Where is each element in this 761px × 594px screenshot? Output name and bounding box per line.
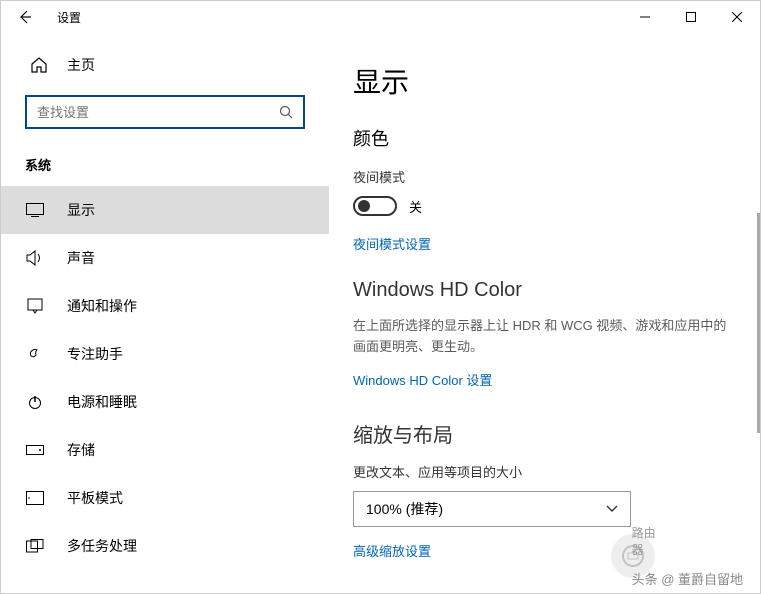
sidebar-item-storage[interactable]: 存储 [1,426,329,474]
sidebar-item-display[interactable]: 显示 [1,186,329,234]
sidebar-item-label: 通知和操作 [67,296,137,316]
sidebar-item-label: 声音 [67,248,95,268]
titlebar: 设置 [1,1,760,33]
night-mode-settings-link[interactable]: 夜间模式设置 [353,234,730,253]
back-button[interactable] [13,5,37,29]
main-panel: 显示 颜色 夜间模式 关 夜间模式设置 Windows HD Color 在上面… [329,33,760,593]
sidebar-item-label: 显示 [67,200,95,220]
minimize-button[interactable] [622,1,668,33]
scale-heading: 缩放与布局 [353,419,730,448]
home-icon [29,55,49,75]
sidebar-item-label: 存储 [67,440,95,460]
section-label: 系统 [1,147,329,186]
sidebar-item-label: 电源和睡眠 [67,392,137,412]
sidebar-item-multitask[interactable]: 多任务处理 [1,522,329,570]
close-button[interactable] [714,1,760,33]
storage-icon [25,440,45,460]
scale-select[interactable]: 100% (推荐) [353,491,631,527]
notification-icon [25,296,45,316]
home-link[interactable]: 主页 [1,45,329,85]
night-mode-state: 关 [409,197,422,216]
display-icon [25,200,45,220]
watermark-badge-text: 路由器 [632,524,657,558]
sidebar-item-focus[interactable]: 专注助手 [1,330,329,378]
multitask-icon [25,536,45,556]
maximize-button[interactable] [668,1,714,33]
sidebar-item-label: 平板模式 [67,488,123,508]
home-label: 主页 [67,55,95,75]
sidebar-item-label: 多任务处理 [67,536,137,556]
sidebar-item-sound[interactable]: 声音 [1,234,329,282]
sidebar: 主页 系统 显示 声音 通知和操作 [1,33,329,593]
tablet-icon [25,488,45,508]
color-section-heading: 颜色 [353,125,730,151]
focus-icon [25,344,45,364]
page-heading: 显示 [353,61,730,101]
power-icon [25,392,45,412]
window-title: 设置 [57,9,81,26]
scrollbar[interactable] [757,213,760,433]
advanced-scale-link[interactable]: 高级缩放设置 [353,541,730,560]
hdcolor-description: 在上面所选择的显示器上让 HDR 和 WCG 视频、游戏和应用中的画面更明亮、更… [353,316,730,358]
search-icon [279,105,293,119]
night-mode-toggle[interactable] [353,196,397,216]
scale-label: 更改文本、应用等项目的大小 [353,462,730,481]
scale-value: 100% (推荐) [366,499,443,519]
search-input[interactable] [25,95,305,129]
sound-icon [25,248,45,268]
hdcolor-heading: Windows HD Color [353,279,730,302]
watermark: 路由器 头条 @ 董爵自留地 [632,569,743,588]
hdcolor-settings-link[interactable]: Windows HD Color 设置 [353,370,730,389]
chevron-down-icon [606,505,618,513]
sidebar-item-notifications[interactable]: 通知和操作 [1,282,329,330]
sidebar-item-tablet[interactable]: 平板模式 [1,474,329,522]
sidebar-item-power[interactable]: 电源和睡眠 [1,378,329,426]
watermark-text: 头条 @ 董爵自留地 [632,569,743,588]
night-mode-label: 夜间模式 [353,167,730,186]
sidebar-item-label: 专注助手 [67,344,123,364]
search-field[interactable] [37,105,279,120]
